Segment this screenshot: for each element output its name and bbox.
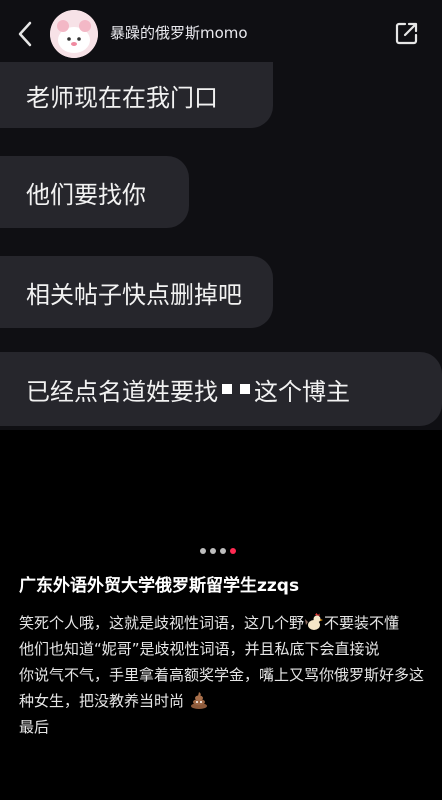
message-text: 这个博主	[254, 377, 350, 406]
post-line: 笑死个人哦，这就是歧视性词语，这几个野 不要装不懂	[19, 610, 427, 636]
post-line: 你说气不气，手里拿着高额奖学金，嘴上又骂你俄罗斯好多这种女生，把没教养当时尚	[19, 662, 427, 714]
post-body: 笑死个人哦，这就是歧视性词语，这几个野 不要装不懂 他们也知道“妮哥”是歧视性词语…	[19, 610, 427, 740]
post-line-text: 最后	[19, 718, 50, 736]
post-line-text: 你说气不气，手里拿着高额奖学金，嘴上又骂你俄罗斯好多这种女生，把没教养当时尚	[19, 666, 425, 710]
carousel-indicator[interactable]	[200, 548, 236, 554]
carousel-dot-active[interactable]	[230, 548, 236, 554]
chat-header: 暴躁的俄罗斯momo	[0, 0, 442, 66]
post-line-text: 笑死个人哦，这就是歧视性词语，这几个野	[19, 614, 305, 632]
message-text: 相关帖子快点删掉吧	[26, 280, 242, 309]
chat-screenshot: 暴躁的俄罗斯momo 老师现在在我门口 他们要找你 相关帖子快点删掉吧 已经点名…	[0, 0, 442, 430]
message-bubble: 已经点名道姓要找 这个博主	[0, 352, 442, 426]
chevron-left-icon[interactable]	[14, 20, 38, 48]
message-text: 他们要找你	[26, 180, 146, 209]
redaction-mark	[240, 384, 250, 394]
post-title: 广东外语外贸大学俄罗斯留学生zzqs	[19, 576, 300, 596]
post-line-text: 他们也知道“妮哥”是歧视性词语，并且私底下会直接说	[19, 640, 380, 658]
poop-icon	[189, 690, 209, 710]
contact-name: 暴躁的俄罗斯momo	[110, 24, 248, 42]
message-text: 已经点名道姓要找	[26, 377, 218, 406]
post-line: 他们也知道“妮哥”是歧视性词语，并且私底下会直接说	[19, 636, 427, 662]
rooster-icon	[304, 612, 324, 632]
redaction-mark	[222, 384, 232, 394]
message-bubble: 老师现在在我门口	[0, 62, 273, 128]
carousel-dot[interactable]	[220, 548, 226, 554]
avatar[interactable]	[50, 10, 98, 58]
post-line: 最后	[19, 714, 427, 740]
carousel-dot[interactable]	[210, 548, 216, 554]
post-line-text: 不要装不懂	[324, 614, 400, 632]
message-bubble: 他们要找你	[0, 156, 189, 228]
message-bubble: 相关帖子快点删掉吧	[0, 256, 273, 328]
share-out-icon[interactable]	[394, 20, 420, 46]
message-text: 老师现在在我门口	[26, 83, 218, 112]
carousel-dot[interactable]	[200, 548, 206, 554]
